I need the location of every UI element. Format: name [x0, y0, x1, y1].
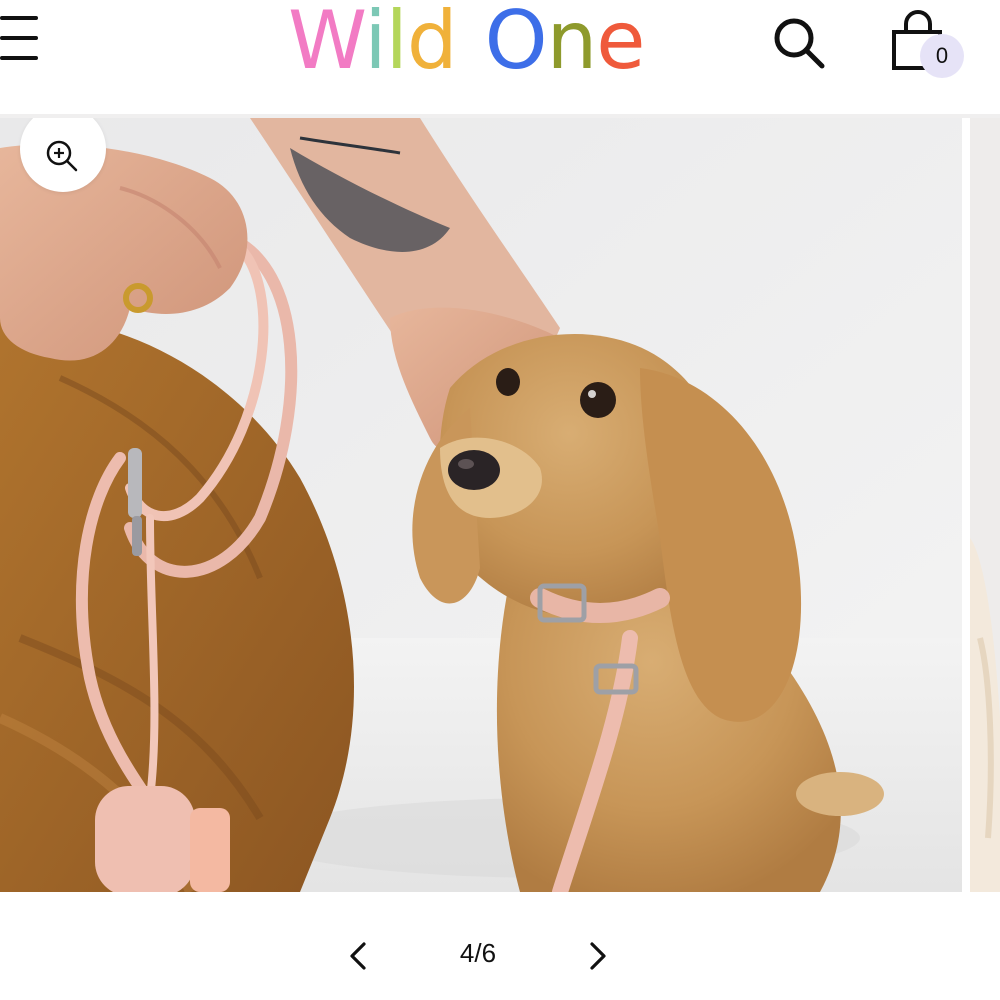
- zoom-in-icon: [46, 140, 78, 172]
- next-product-photo-peek[interactable]: [970, 118, 1000, 892]
- previous-image-button[interactable]: [340, 936, 376, 976]
- image-counter: 4/6: [459, 938, 497, 968]
- site-header: Wild One 0: [0, 0, 1000, 118]
- cart-button[interactable]: 0: [888, 10, 972, 82]
- next-image-button[interactable]: [580, 936, 616, 976]
- hamburger-menu-icon[interactable]: [0, 14, 42, 66]
- product-image-gallery[interactable]: [0, 118, 1000, 892]
- logo-letter: O: [484, 0, 548, 87]
- logo-letter: i: [364, 0, 386, 87]
- logo-letter: n: [546, 0, 598, 87]
- logo-letter: e: [596, 0, 645, 87]
- logo-letter: d: [406, 0, 458, 87]
- brand-logo[interactable]: Wild One: [288, 0, 645, 87]
- cart-count-badge: 0: [920, 34, 964, 78]
- product-photo[interactable]: [0, 118, 962, 892]
- gallery-pager: 4/6: [0, 892, 1000, 1000]
- chevron-left-icon: [350, 942, 366, 970]
- logo-letter: W: [288, 0, 365, 87]
- search-icon[interactable]: [770, 12, 830, 72]
- chevron-right-icon: [590, 942, 606, 970]
- logo-letter: l: [385, 0, 408, 87]
